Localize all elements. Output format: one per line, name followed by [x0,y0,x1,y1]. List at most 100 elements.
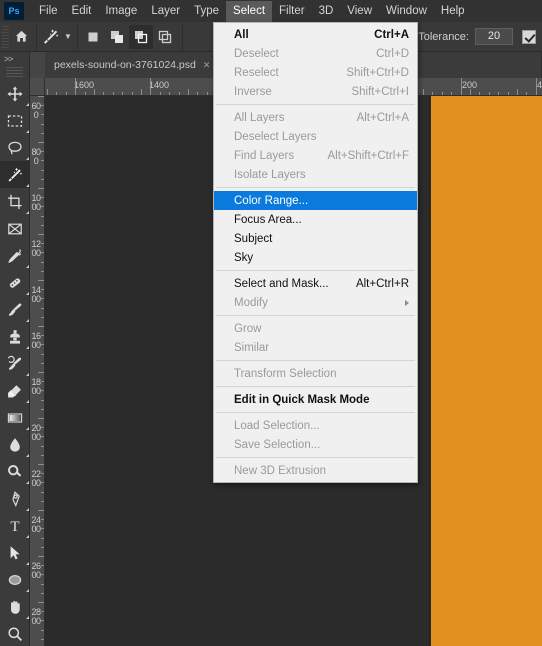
ruler-tick [41,363,44,364]
menu-select[interactable]: Select [226,0,273,22]
path-selection-tool[interactable] [0,539,30,566]
menu-item-shortcut: Ctrl+A [374,28,409,41]
new-selection-button[interactable] [81,25,105,49]
menu-item-save-selection[interactable]: Save Selection... [214,435,417,454]
menu-filter[interactable]: Filter [272,1,312,22]
menu-item-load-selection[interactable]: Load Selection... [214,416,417,435]
menu-type[interactable]: Type [187,1,226,22]
menu-item-deselect[interactable]: Deselect Ctrl+D [214,44,417,63]
menu-item-shortcut: Ctrl+D [376,47,409,60]
zoom-tool[interactable] [0,620,30,646]
move-tool[interactable] [0,80,30,107]
options-bar-grip[interactable] [2,25,9,48]
menu-3d[interactable]: 3D [312,1,341,22]
menu-item-edit-in-quick-mask-mode[interactable]: Edit in Quick Mask Mode [214,390,417,409]
ellipse-tool[interactable] [0,566,30,593]
menu-item-label: Reselect [234,66,279,79]
tools-panel-grip[interactable] [6,67,23,77]
menu-image[interactable]: Image [98,1,144,22]
menu-item-find-layers[interactable]: Find Layers Alt+Shift+Ctrl+F [214,146,417,165]
blur-tool[interactable] [0,431,30,458]
type-tool[interactable]: T [0,512,30,539]
pen-tool[interactable] [0,485,30,512]
history-brush-tool[interactable] [0,350,30,377]
menu-item-isolate-layers[interactable]: Isolate Layers [214,165,417,184]
ruler-tick [41,243,44,244]
current-tool-magic-wand[interactable]: ▼ [40,28,74,46]
menu-help[interactable]: Help [434,1,472,22]
menu-item-deselect-layers[interactable]: Deselect Layers [214,127,417,146]
orange-photo-region[interactable] [431,96,542,646]
collapse-panel-button[interactable]: >> [0,52,29,66]
menu-item-shortcut: Shift+Ctrl+D [346,66,409,79]
menu-file[interactable]: File [32,1,65,22]
antialias-checkbox[interactable] [522,29,536,44]
menu-item-new-3d-extrusion[interactable]: New 3D Extrusion [214,461,417,480]
menu-item-grow[interactable]: Grow [214,319,417,338]
healing-brush-tool[interactable] [0,269,30,296]
intersect-selection-button[interactable] [153,25,177,49]
ruler-tick [536,78,537,95]
menu-view[interactable]: View [340,1,379,22]
menu-item-label: Deselect [234,47,279,60]
brush-tool[interactable] [0,296,30,323]
menu-layer[interactable]: Layer [144,1,187,22]
vertical-ruler[interactable]: 600 800 1000 1200 1400 1600 1800 2000 2200 2400 26… [30,96,45,646]
chevron-down-icon[interactable]: ▼ [64,32,72,41]
menu-edit[interactable]: Edit [65,1,99,22]
lasso-tool[interactable] [0,134,30,161]
photoshop-window: Ps File Edit Image Layer Type Select Filter 3D V… [0,0,542,646]
ruler-tick [498,92,499,95]
menu-item-all-layers[interactable]: All Layers Alt+Ctrl+A [214,108,417,127]
menu-item-label: Edit in Quick Mask Mode [234,393,370,406]
add-to-selection-button[interactable] [105,25,129,49]
select-menu-dropdown[interactable]: All Ctrl+A Deselect Ctrl+D Reselect Shift+Ctr… [213,22,418,483]
menu-item-label: All [234,28,249,41]
menu-item-similar[interactable]: Similar [214,338,417,357]
menu-item-subject[interactable]: Subject [214,229,417,248]
ruler-tick [38,602,44,603]
tool-flyout-indicator [26,400,29,403]
ruler-tick [41,206,44,207]
home-icon[interactable] [9,25,33,49]
dodge-tool[interactable] [0,458,30,485]
menu-window[interactable]: Window [379,1,434,22]
ruler-tick [508,92,509,95]
menu-item-label: Subject [234,232,273,245]
eraser-tool[interactable] [0,377,30,404]
menu-item-modify[interactable]: Modify [214,293,417,312]
ruler-label: 800 [31,147,41,166]
gradient-tool[interactable] [0,404,30,431]
menu-item-inverse[interactable]: Inverse Shift+Ctrl+I [214,82,417,101]
menu-item-reselect[interactable]: Reselect Shift+Ctrl+D [214,63,417,82]
subtract-from-selection-button[interactable] [128,24,153,49]
menu-item-focus-area[interactable]: Focus Area... [214,210,417,229]
tolerance-input[interactable]: 20 [475,28,513,45]
clone-stamp-tool[interactable] [0,323,30,350]
frame-tool[interactable] [0,215,30,242]
ruler-tick [197,92,198,95]
menu-separator [216,412,415,413]
eyedropper-tool[interactable] [0,242,30,269]
menu-item-transform-selection[interactable]: Transform Selection [214,364,417,383]
close-icon[interactable]: ✕ [203,60,211,71]
ruler-label: 200 [462,80,478,90]
ruler-tick [56,92,57,95]
ruler-tick [38,280,44,281]
ruler-tick [423,89,424,95]
menu-item-select-and-mask[interactable]: Select and Mask... Alt+Ctrl+R [214,274,417,293]
hand-tool[interactable] [0,593,30,620]
menu-item-color-range[interactable]: Color Range... [214,191,417,210]
menu-item-label: Similar [234,341,270,354]
document-tab[interactable]: pexels-sound-on-3761024.psd ✕ [45,52,233,78]
magic-wand-tool[interactable] [0,161,30,188]
menu-item-all[interactable]: All Ctrl+A [214,25,417,44]
rectangular-marquee-tool[interactable] [0,107,30,134]
crop-tool[interactable] [0,188,30,215]
menu-separator [216,187,415,188]
tool-flyout-indicator [26,130,29,133]
menu-item-sky[interactable]: Sky [214,248,417,267]
ruler-tick [38,418,44,419]
ruler-tick [41,519,44,520]
menu-item-label: Load Selection... [234,419,320,432]
